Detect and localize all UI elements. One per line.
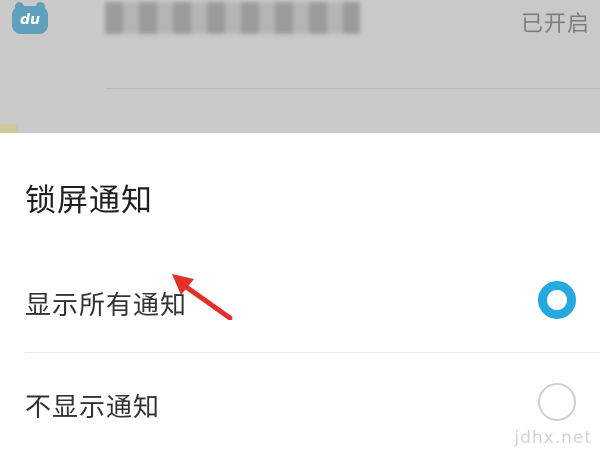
dimmed-settings-list: du 已开启: [0, 0, 600, 133]
app-icon: du: [12, 2, 48, 34]
radio-unselected-icon[interactable]: [538, 383, 576, 421]
option-label: 不显示通知: [25, 393, 161, 423]
option-label: 显示所有通知: [25, 291, 188, 321]
notification-status: 已开启: [520, 12, 590, 37]
radio-selected-icon[interactable]: [538, 281, 576, 319]
blurred-app-name: [105, 2, 360, 34]
option-hide-notifications[interactable]: 不显示通知: [0, 375, 600, 435]
app-notification-row: du 已开启: [0, 0, 600, 42]
dialog-title: 锁屏通知: [25, 183, 153, 219]
app-icon-text: du: [20, 12, 40, 28]
option-divider: [25, 352, 600, 353]
option-show-all-notifications[interactable]: 显示所有通知: [0, 273, 600, 333]
lock-screen-notification-dialog: 锁屏通知 显示所有通知 不显示通知: [0, 133, 600, 450]
list-divider: [105, 88, 600, 89]
red-arrow-icon: [172, 274, 233, 320]
watermark: jdhx.net: [514, 428, 592, 448]
partial-row-marker: [0, 124, 18, 133]
